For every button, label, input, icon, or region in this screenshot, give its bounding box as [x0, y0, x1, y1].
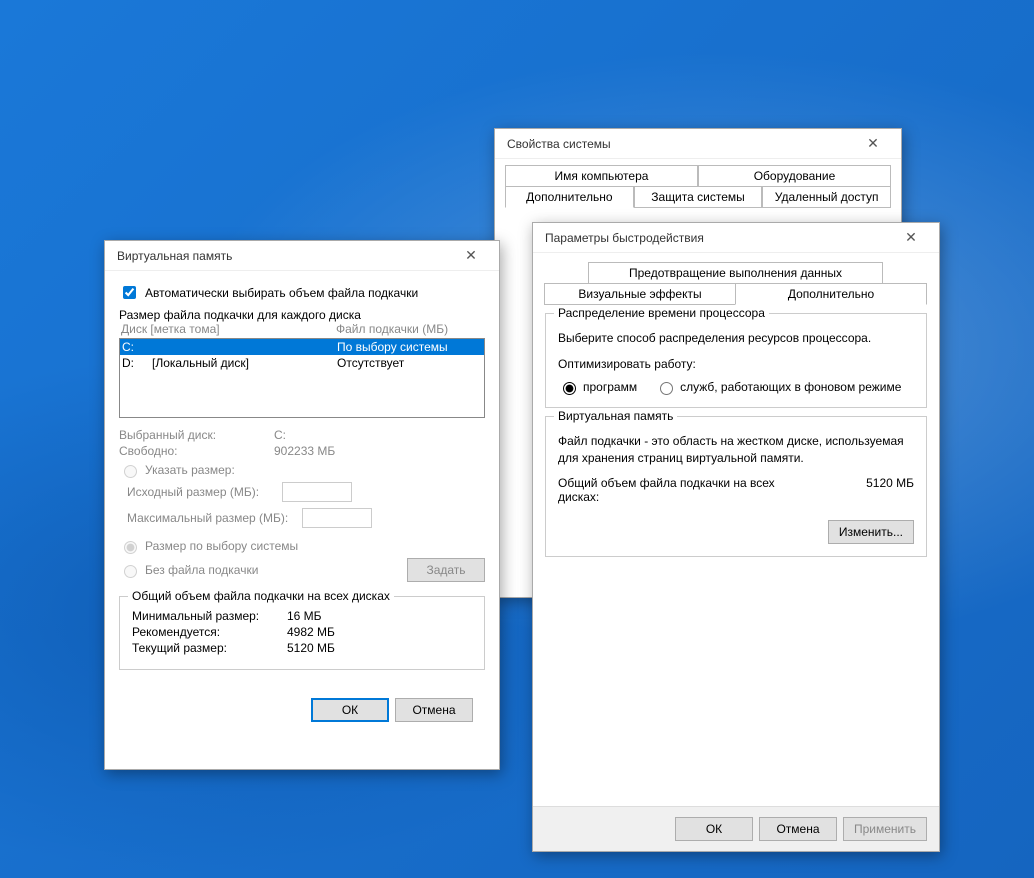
- col-drive: Диск [метка тома]: [121, 322, 336, 336]
- vm-desc: Файл подкачки - это область на жестком д…: [558, 433, 914, 467]
- totals-group: Общий объем файла подкачки на всех диска…: [119, 596, 485, 670]
- radio-services[interactable]: [660, 382, 673, 395]
- ok-button[interactable]: ОК: [675, 817, 753, 841]
- tab-computer-name[interactable]: Имя компьютера: [505, 165, 698, 187]
- vm-total-label: Общий объем файла подкачки на всех диска…: [558, 476, 778, 504]
- rec-value: 4982 МБ: [287, 625, 335, 639]
- list-item[interactable]: C: По выбору системы: [120, 339, 484, 355]
- ok-button[interactable]: ОК: [311, 698, 389, 722]
- cpu-desc: Выберите способ распределения ресурсов п…: [558, 330, 914, 347]
- auto-manage-checkbox[interactable]: [123, 286, 136, 299]
- system-tabs: Имя компьютера Оборудование Дополнительн…: [505, 165, 891, 207]
- radio-programs[interactable]: [563, 382, 576, 395]
- max-size-input: [302, 508, 372, 528]
- performance-options-window: Параметры быстродействия ✕ Предотвращени…: [532, 222, 940, 852]
- free-value: 902233 МБ: [274, 444, 335, 458]
- no-paging-label: Без файла подкачки: [145, 563, 258, 577]
- initial-size-label: Исходный размер (МБ):: [127, 485, 282, 499]
- min-label: Минимальный размер:: [132, 609, 287, 623]
- col-file: Файл подкачки (МБ): [336, 322, 448, 336]
- vm-total-value: 5120 МБ: [866, 476, 914, 504]
- radio-no-paging: [124, 565, 137, 578]
- tab-remote[interactable]: Удаленный доступ: [762, 186, 891, 208]
- cur-value: 5120 МБ: [287, 641, 335, 655]
- radio-services-label[interactable]: служб, работающих в фоновом режиме: [655, 379, 901, 395]
- radio-programs-label[interactable]: программ: [558, 379, 637, 395]
- tab-protection[interactable]: Защита системы: [634, 186, 763, 208]
- titlebar[interactable]: Виртуальная память ✕: [105, 241, 499, 271]
- system-managed-label: Размер по выбору системы: [145, 539, 298, 553]
- cancel-button[interactable]: Отмена: [395, 698, 473, 722]
- selected-drive-label: Выбранный диск:: [119, 428, 274, 442]
- close-icon[interactable]: ✕: [853, 135, 893, 152]
- tab-advanced[interactable]: Дополнительно: [505, 186, 634, 208]
- close-icon[interactable]: ✕: [451, 247, 491, 264]
- group-legend: Распределение времени процессора: [554, 306, 769, 320]
- auto-manage-checkbox-label[interactable]: Автоматически выбирать объем файла подка…: [119, 283, 485, 302]
- tab-visual-effects[interactable]: Визуальные эффекты: [544, 283, 736, 305]
- apply-button[interactable]: Применить: [843, 817, 927, 841]
- tab-dep[interactable]: Предотвращение выполнения данных: [588, 262, 883, 284]
- dialog-buttons: ОК Отмена Применить: [533, 806, 939, 851]
- drive-list[interactable]: C: По выбору системы D: [Локальный диск]…: [119, 338, 485, 418]
- per-drive-label: Размер файла подкачки для каждого диска: [119, 308, 485, 322]
- free-label: Свободно:: [119, 444, 274, 458]
- optimize-label: Оптимизировать работу:: [558, 357, 914, 371]
- virtual-memory-window: Виртуальная память ✕ Автоматически выбир…: [104, 240, 500, 770]
- rec-label: Рекомендуется:: [132, 625, 287, 639]
- group-legend: Общий объем файла подкачки на всех диска…: [128, 589, 394, 603]
- min-value: 16 МБ: [287, 609, 322, 623]
- group-legend: Виртуальная память: [554, 409, 677, 423]
- tab-advanced[interactable]: Дополнительно: [735, 283, 927, 305]
- radio-custom-size: [124, 465, 137, 478]
- window-title: Свойства системы: [503, 137, 853, 151]
- set-button: Задать: [407, 558, 485, 582]
- processor-scheduling-group: Распределение времени процессора Выберит…: [545, 313, 927, 408]
- list-item[interactable]: D: [Локальный диск] Отсутствует: [120, 355, 484, 371]
- radio-system-managed: [124, 541, 137, 554]
- titlebar[interactable]: Параметры быстродействия ✕: [533, 223, 939, 253]
- close-icon[interactable]: ✕: [891, 229, 931, 246]
- titlebar[interactable]: Свойства системы ✕: [495, 129, 901, 159]
- tab-hardware[interactable]: Оборудование: [698, 165, 891, 187]
- virtual-memory-group: Виртуальная память Файл подкачки - это о…: [545, 416, 927, 558]
- custom-size-label: Указать размер:: [145, 463, 235, 477]
- max-size-label: Максимальный размер (МБ):: [127, 511, 302, 525]
- selected-drive-value: C:: [274, 428, 286, 442]
- cur-label: Текущий размер:: [132, 641, 287, 655]
- cancel-button[interactable]: Отмена: [759, 817, 837, 841]
- window-title: Виртуальная память: [113, 249, 451, 263]
- initial-size-input: [282, 482, 352, 502]
- window-title: Параметры быстродействия: [541, 231, 891, 245]
- change-button[interactable]: Изменить...: [828, 520, 914, 544]
